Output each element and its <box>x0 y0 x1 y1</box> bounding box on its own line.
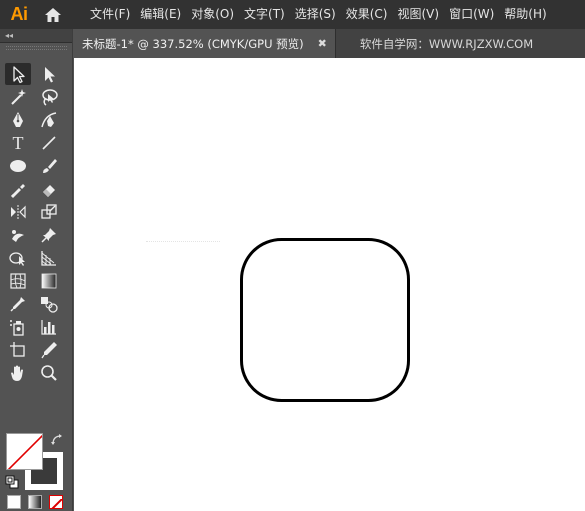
menu-items: 文件(F) 编辑(E) 对象(O) 文字(T) 选择(S) 效果(C) 视图(V… <box>88 0 552 29</box>
swap-fill-stroke-icon[interactable] <box>50 432 64 446</box>
symbol-sprayer-tool-icon[interactable] <box>5 316 31 338</box>
curvature-tool-icon[interactable] <box>36 109 62 131</box>
close-tab-icon[interactable]: ✖ <box>318 37 327 50</box>
type-tool-icon[interactable]: T <box>5 132 31 154</box>
gradient-tool-icon[interactable] <box>36 270 62 292</box>
collapse-panel-icon[interactable]: ◂◂ <box>5 29 13 42</box>
fill-swatch[interactable] <box>6 433 43 470</box>
menu-window[interactable]: 窗口(W) <box>444 0 499 29</box>
lasso-tool-icon[interactable] <box>36 86 62 108</box>
menu-help[interactable]: 帮助(H) <box>499 0 551 29</box>
pen-tool-icon[interactable] <box>5 109 31 131</box>
artboard-guide <box>146 241 220 242</box>
menu-select[interactable]: 选择(S) <box>290 0 341 29</box>
color-mode-icon[interactable] <box>7 495 21 509</box>
home-icon[interactable] <box>38 0 68 29</box>
slice-tool-icon[interactable] <box>36 339 62 361</box>
gradient-mode-icon[interactable] <box>28 495 42 509</box>
menu-effect[interactable]: 效果(C) <box>341 0 393 29</box>
rounded-rectangle-shape[interactable] <box>240 238 410 402</box>
panel-grip[interactable] <box>6 46 67 50</box>
tools-panel: ◂◂ T <box>0 29 73 511</box>
ellipse-tool-icon[interactable] <box>5 155 31 177</box>
column-graph-tool-icon[interactable] <box>36 316 62 338</box>
fill-stroke-widget <box>5 432 65 490</box>
mesh-tool-icon[interactable] <box>5 270 31 292</box>
artboard-tool-icon[interactable] <box>5 339 31 361</box>
shaper-tool-icon[interactable] <box>5 178 31 200</box>
none-mode-icon[interactable] <box>49 495 63 509</box>
line-segment-tool-icon[interactable] <box>36 132 62 154</box>
menu-edit[interactable]: 编辑(E) <box>135 0 186 29</box>
menu-view[interactable]: 视图(V) <box>392 0 444 29</box>
puppet-warp-tool-icon[interactable] <box>5 224 31 246</box>
tools-panel-header[interactable]: ◂◂ <box>0 29 72 43</box>
reflect-tool-icon[interactable] <box>5 201 31 223</box>
selection-tool-icon[interactable] <box>5 63 31 85</box>
illustrator-window: Ai 文件(F) 编辑(E) 对象(O) 文字(T) 选择(S) 效果(C) 视… <box>0 0 585 511</box>
artboard-canvas[interactable] <box>74 58 585 511</box>
document-tab-label: 未标题-1* @ 337.52% (CMYK/GPU 预览) <box>82 36 304 51</box>
perspective-grid-tool-icon[interactable] <box>36 247 62 269</box>
blend-tool-icon[interactable] <box>36 293 62 315</box>
watermark-text: 软件自学网：WWW.RJZXW.COM <box>359 36 534 51</box>
menu-type[interactable]: 文字(T) <box>239 0 290 29</box>
document-tab[interactable]: 未标题-1* @ 337.52% (CMYK/GPU 预览) ✖ <box>74 29 336 58</box>
menu-file[interactable]: 文件(F) <box>88 0 135 29</box>
shape-builder-tool-icon[interactable] <box>5 247 31 269</box>
document-tab-bar: 未标题-1* @ 337.52% (CMYK/GPU 预览) ✖ 软件自学网：W… <box>74 29 585 58</box>
default-fill-stroke-icon[interactable] <box>5 474 19 489</box>
app-logo: Ai <box>10 4 29 24</box>
eyedropper-tool-icon[interactable] <box>5 293 31 315</box>
hand-tool-icon[interactable] <box>5 362 31 384</box>
eraser-tool-icon[interactable] <box>36 178 62 200</box>
pin-tool-icon[interactable] <box>36 224 62 246</box>
menu-bar: Ai 文件(F) 编辑(E) 对象(O) 文字(T) 选择(S) 效果(C) 视… <box>0 0 585 29</box>
color-mode-buttons <box>7 495 63 509</box>
magic-wand-tool-icon[interactable] <box>5 86 31 108</box>
zoom-tool-icon[interactable] <box>36 362 62 384</box>
menu-object[interactable]: 对象(O) <box>186 0 239 29</box>
paintbrush-tool-icon[interactable] <box>36 155 62 177</box>
direct-selection-tool-icon[interactable] <box>36 63 62 85</box>
scale-tool-icon[interactable] <box>36 201 62 223</box>
